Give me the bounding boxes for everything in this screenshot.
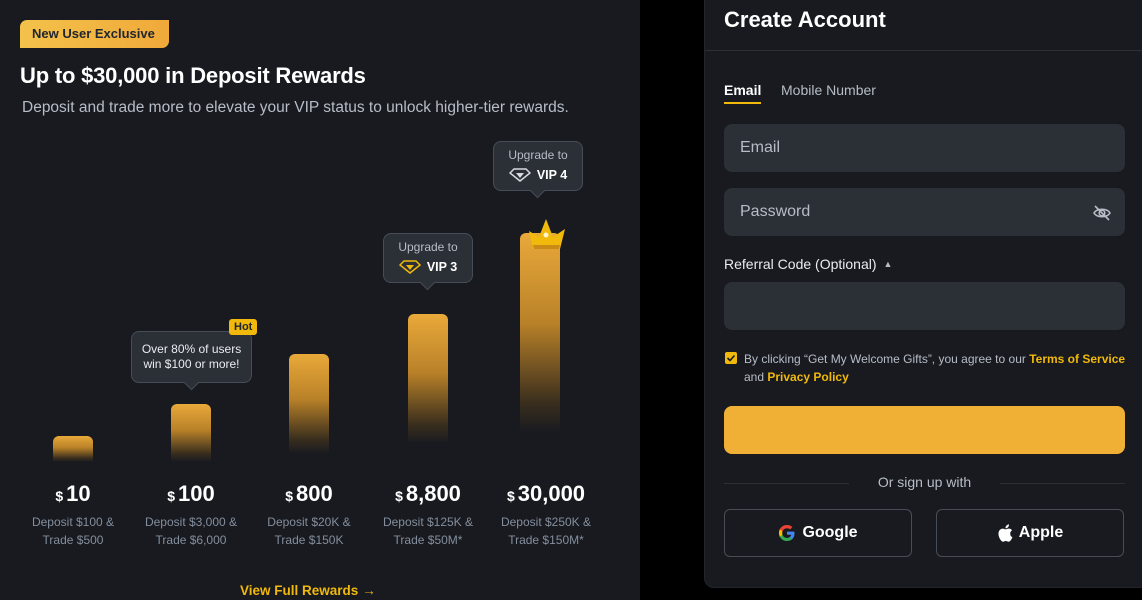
apple-signup-button[interactable]: Apple (936, 509, 1124, 557)
rewards-promo-panel: New User Exclusive Up to $30,000 in Depo… (0, 0, 640, 600)
hot-tag: Hot (229, 319, 258, 335)
tier-desc-2: Deposit $3,000 & Trade $6,000 (144, 515, 238, 547)
tier-desc-4: Deposit $125K & Trade $50M* (382, 515, 474, 547)
view-full-rewards-link[interactable]: View Full Rewards → (240, 583, 376, 598)
upgrade-vip3-tooltip: Upgrade to VIP 3 (383, 233, 473, 283)
view-full-rewards-label: View Full Rewards (240, 583, 359, 598)
diamond-icon (508, 168, 531, 182)
hot-tooltip-line-2: win $100 or more! (143, 357, 240, 371)
tier-bar-5 (520, 233, 560, 433)
tier-bar-1 (53, 436, 93, 462)
tab-email-underline (724, 102, 761, 104)
google-label: Google (802, 524, 858, 541)
caret-up-icon: ▲ (883, 259, 893, 269)
create-account-title: Create Account (724, 7, 886, 32)
upgrade-label: Upgrade to (398, 240, 458, 254)
tier-bar-3 (289, 354, 329, 454)
tier-amount-2: $100 (167, 481, 215, 506)
privacy-policy-link[interactable]: Privacy Policy (767, 370, 848, 384)
diamond-icon (398, 260, 421, 274)
agree-checkbox[interactable] (725, 352, 737, 364)
promo-title: Up to $30,000 in Deposit Rewards (20, 63, 366, 88)
or-sign-up-text: Or sign up with (877, 474, 972, 490)
tier-desc-1: Deposit $100 & Trade $500 (31, 515, 115, 547)
new-user-exclusive-badge: New User Exclusive (20, 20, 169, 48)
eye-off-icon[interactable] (1092, 203, 1112, 223)
tier-amount-4: $8,800 (395, 481, 461, 506)
tier-amount-1: $10 (55, 481, 91, 506)
apple-icon (998, 524, 1013, 542)
promo-subtitle: Deposit and trade more to elevate your V… (22, 99, 569, 116)
email-field[interactable] (724, 124, 1125, 172)
crown-icon (529, 219, 565, 249)
google-icon (779, 525, 795, 541)
upgrade-label: Upgrade to (508, 148, 568, 162)
upgrade-vip4-tooltip: Upgrade to VIP 4 (493, 141, 583, 191)
tier-bar-4 (408, 314, 448, 444)
terms-of-service-link[interactable]: Terms of Service (1029, 352, 1125, 366)
hot-tooltip: Over 80% of users win $100 or more! (131, 331, 252, 383)
apple-label: Apple (1018, 524, 1064, 541)
agree-prefix-text: By clicking “Get My Welcome Gifts”, you … (744, 352, 1026, 366)
tab-email[interactable]: Email (724, 82, 761, 98)
create-account-panel: Create Account Email Mobile Number Refer… (704, 0, 1142, 588)
divider-line (1000, 483, 1125, 484)
terms-agreement: By clicking “Get My Welcome Gifts”, you … (725, 350, 1129, 386)
tier-bar-2 (171, 404, 211, 462)
referral-code-toggle[interactable]: Referral Code (Optional) ▲ (724, 256, 892, 272)
tier-amount-5: $30,000 (506, 481, 586, 506)
arrow-right-icon: → (362, 583, 376, 598)
check-icon (726, 354, 736, 362)
get-welcome-gifts-button[interactable] (724, 406, 1125, 454)
agree-and-text: and (744, 370, 765, 384)
referral-code-label: Referral Code (Optional) (724, 256, 877, 272)
vip4-label: VIP 4 (536, 168, 568, 182)
vip3-label: VIP 3 (426, 260, 458, 274)
tier-desc-3: Deposit $20K & Trade $150K (267, 515, 351, 547)
password-field[interactable] (724, 188, 1125, 236)
header-divider (705, 50, 1142, 51)
google-signup-button[interactable]: Google (724, 509, 912, 557)
tab-mobile-number[interactable]: Mobile Number (781, 82, 876, 98)
tier-amount-3: $800 (285, 481, 333, 506)
or-sign-up-divider: Or sign up with (724, 474, 1125, 494)
hot-tooltip-line-1: Over 80% of users (141, 342, 242, 356)
tier-desc-5: Deposit $250K & Trade $150M* (500, 515, 592, 547)
referral-code-field[interactable] (724, 282, 1125, 330)
